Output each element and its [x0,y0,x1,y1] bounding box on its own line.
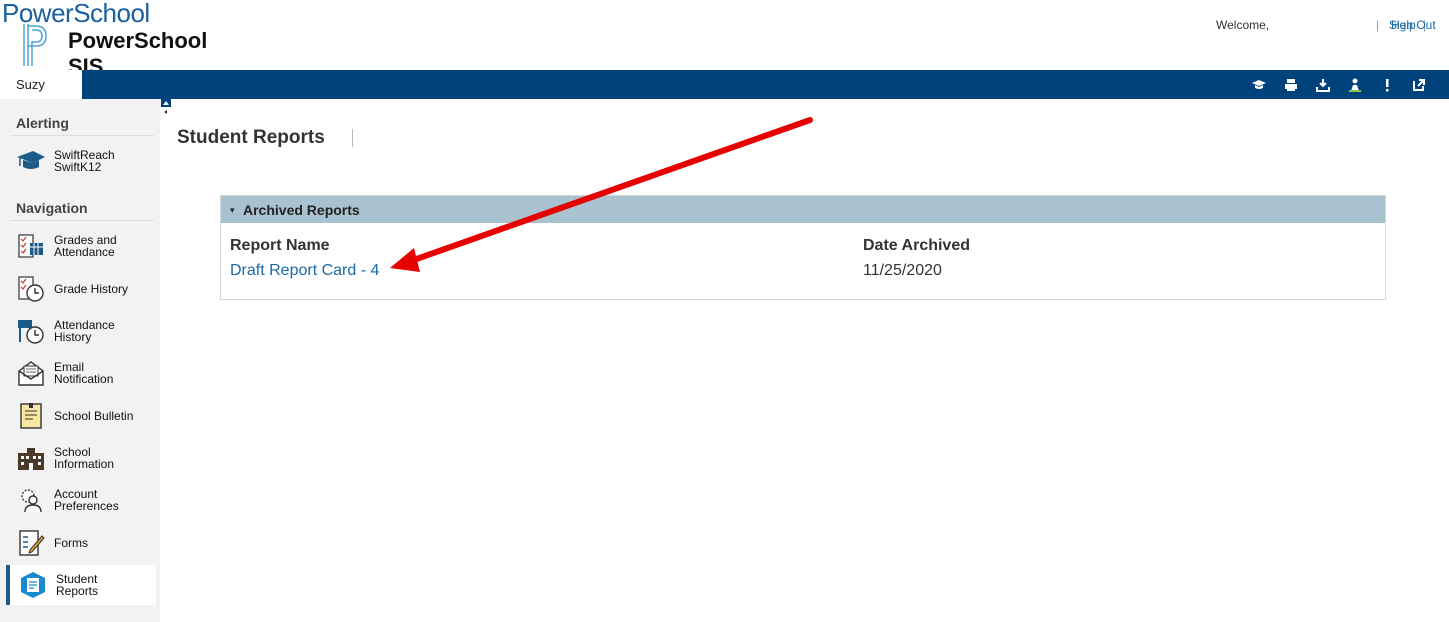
sidebar-item-label: Grades and Attendance [54,233,117,259]
account-preferences-icon [21,489,42,513]
download-icon[interactable] [1307,72,1339,97]
link-separator: | [1376,18,1380,32]
sidebar: Alerting SwiftReach SwiftK12 Navigation G… [0,99,160,622]
sidebar-item-label: Account Preferences [54,487,119,513]
logo-mark-icon [23,24,47,66]
toolbar-icons [1243,72,1435,97]
student-reports-icon [21,572,45,598]
report-link[interactable]: Draft Report Card - 4 [230,262,379,279]
sidebar-item-label: Forms [54,536,88,550]
school-icon [18,448,44,470]
page-title: Student Reports [177,127,325,148]
section-title: Archived Reports [243,202,360,218]
alert-icon[interactable] [1371,72,1403,97]
attendance-history-icon [18,320,44,344]
sidebar-item-grade-history[interactable]: Grade History [8,269,156,309]
sidebar-item-school-information[interactable]: School Information [8,438,156,478]
person-icon[interactable] [1339,72,1371,97]
page-header: PowerSchool PowerSchool SIS Welcome, | H… [0,0,1449,79]
sidebar-item-label: School Bulletin [54,409,134,423]
email-icon [18,361,44,386]
archived-reports-header[interactable]: ▾ Archived Reports [221,196,1385,223]
navigation-heading: Navigation [16,200,88,216]
grade-history-icon [18,276,44,302]
sidebar-item-account-preferences[interactable]: Account Preferences [8,480,156,520]
sidebar-item-swiftreach[interactable]: SwiftReach SwiftK12 [8,141,156,181]
column-header-date-archived: Date Archived [863,237,970,254]
sidebar-item-label: Email Notification [54,360,114,386]
sidebar-item-grades-attendance[interactable]: Grades and Attendance [8,226,156,266]
table-row-date-archived: 11/25/2020 [863,262,942,279]
graduation-cap-icon [17,151,45,169]
sidebar-item-student-reports[interactable]: Student Reports [6,565,156,605]
sidebar-item-email-notification[interactable]: Email Notification [8,353,156,393]
graduation-cap-icon[interactable] [1243,72,1275,97]
archived-reports-panel: ▾ Archived Reports Report Name Date Arch… [220,195,1386,300]
sidebar-item-attendance-history[interactable]: Attendance History [8,311,156,351]
divider [10,135,154,136]
sidebar-item-school-bulletin[interactable]: School Bulletin [8,396,156,436]
student-tab[interactable]: Suzy [0,70,82,99]
sidebar-item-label: Grade History [54,282,129,296]
sidebar-item-label: SwiftReach SwiftK12 [54,148,115,174]
title-divider [352,129,353,147]
collapse-sidebar-icon[interactable] [161,99,171,119]
divider [10,220,154,221]
sidebar-item-label: Student Reports [56,572,99,598]
gradebook-icon [18,234,43,258]
sidebar-item-label: Attendance History [54,318,115,344]
sign-out-link[interactable]: Sign Out [1389,18,1436,32]
alerting-heading: Alerting [16,115,69,131]
external-link-icon[interactable] [1403,72,1435,97]
column-header-report-name: Report Name [230,237,330,254]
chevron-down-icon[interactable]: ▾ [230,205,235,216]
sidebar-item-forms[interactable]: Forms [8,523,156,563]
top-nav-bar [0,70,1449,99]
table-row-report-name: Draft Report Card - 4 [230,262,379,280]
forms-icon [19,530,45,556]
sidebar-item-label: School Information [54,445,115,471]
welcome-text: Welcome, [1216,18,1270,32]
printer-icon[interactable] [1275,72,1307,97]
bulletin-icon [20,403,42,429]
